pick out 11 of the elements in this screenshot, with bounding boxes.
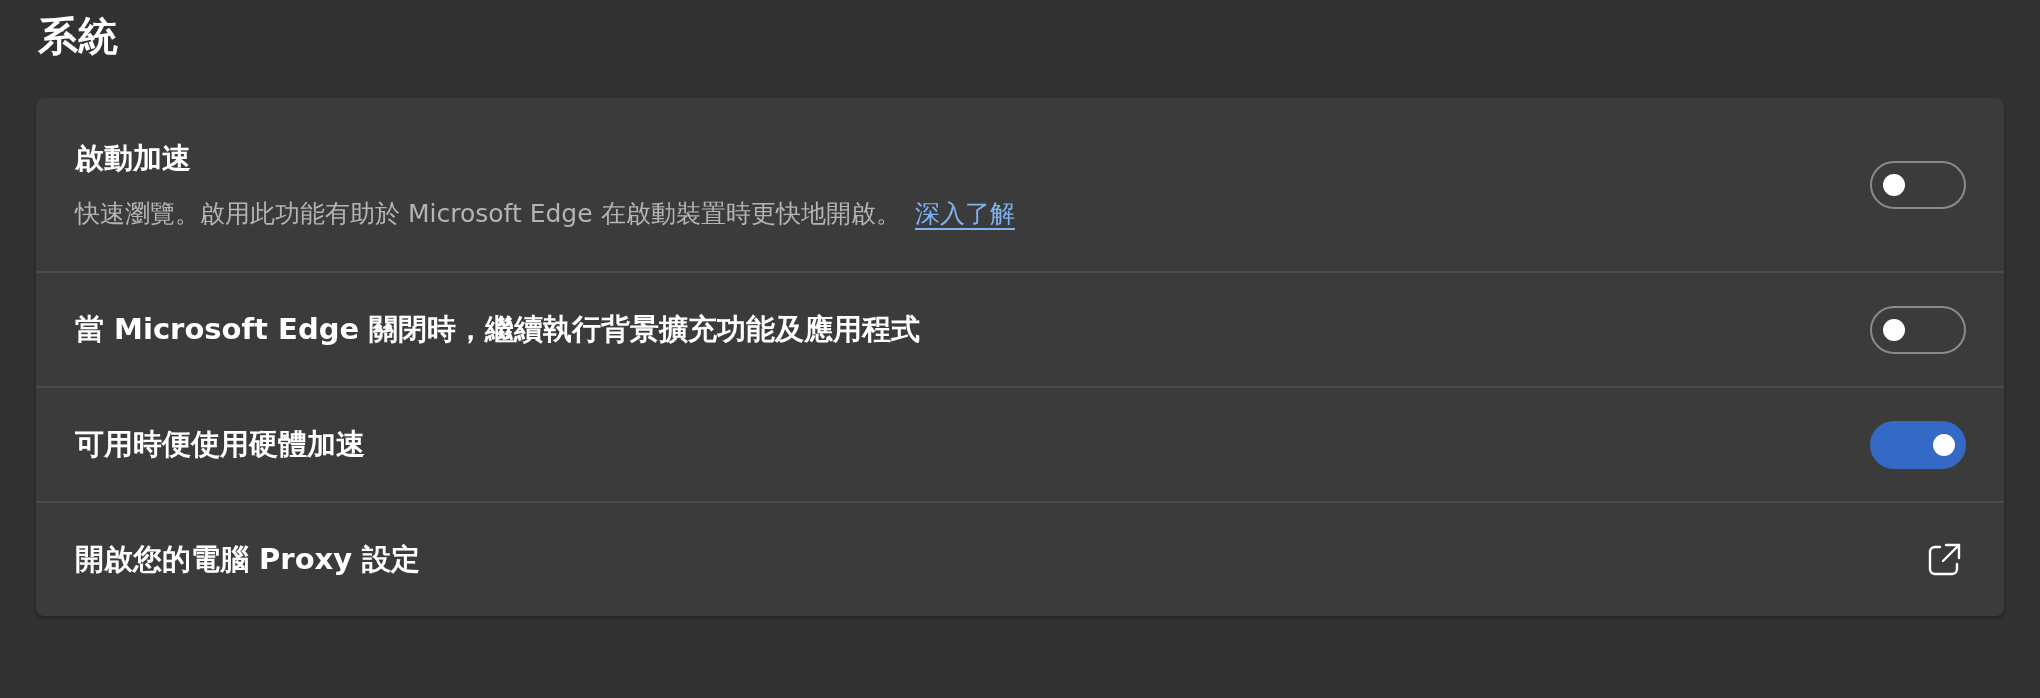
external-link-icon[interactable]: [1926, 541, 1962, 578]
toggle-switch[interactable]: [1870, 420, 1966, 469]
learn-more-link[interactable]: 深入了解: [914, 199, 1015, 230]
setting-label: 開啟您的電腦 Proxy 設定: [75, 540, 421, 578]
toggle-switch[interactable]: [1870, 305, 1966, 354]
setting-description: 快速瀏覽。啟用此功能有助於 Microsoft Edge 在啟動裝置時更快地開啟。 深入了解: [75, 198, 1015, 230]
setting-label: 可用時便使用硬體加速: [75, 425, 365, 463]
setting-label: 當 Microsoft Edge 關閉時，繼續執行背景擴充功能及應用程式: [75, 310, 921, 348]
section-title: 系統: [38, 12, 118, 61]
setting-label: 啟動加速: [75, 140, 191, 177]
toggle-switch[interactable]: [1870, 160, 1966, 209]
